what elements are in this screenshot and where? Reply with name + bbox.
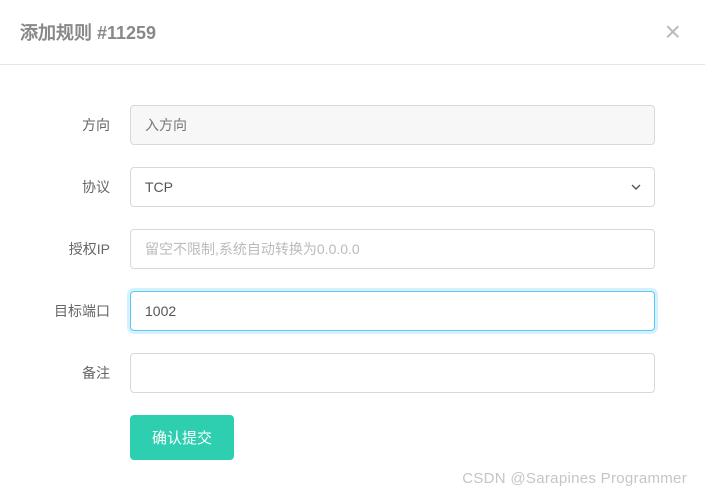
row-protocol: 协议 TCP [20,167,655,207]
row-authorized-ip: 授权IP [20,229,655,269]
label-remark: 备注 [20,363,130,383]
label-target-port: 目标端口 [20,301,130,321]
form-body: 方向 协议 TCP 授权IP 目标端口 备注 . 确认提交 [0,65,705,502]
row-submit: . 确认提交 [20,415,655,460]
label-direction: 方向 [20,115,130,135]
authorized-ip-input[interactable] [130,229,655,269]
protocol-select[interactable]: TCP [130,167,655,207]
row-direction: 方向 [20,105,655,145]
row-target-port: 目标端口 [20,291,655,331]
close-icon[interactable]: × [661,18,685,46]
label-protocol: 协议 [20,177,130,197]
target-port-input[interactable] [130,291,655,331]
label-authorized-ip: 授权IP [20,239,130,259]
row-remark: 备注 [20,353,655,393]
remark-input[interactable] [130,353,655,393]
modal-header: 添加规则 #11259 × [0,0,705,65]
direction-input [130,105,655,145]
modal-title: 添加规则 #11259 [20,19,156,45]
submit-button[interactable]: 确认提交 [130,415,234,460]
